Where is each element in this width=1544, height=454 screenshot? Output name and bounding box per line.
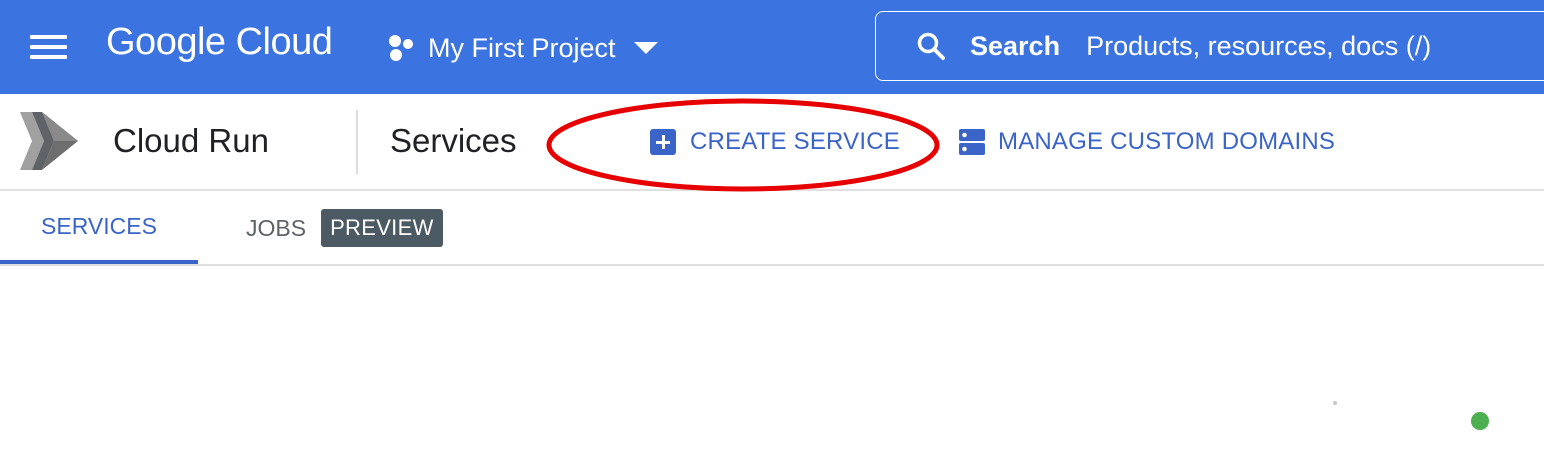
tab-jobs[interactable]: JOBS PREVIEW [246,192,443,264]
tab-jobs-label: JOBS [246,214,307,241]
tab-services-label: SERVICES [41,212,157,239]
cloud-run-logo [20,112,78,170]
page-header: Cloud Run Services CREATE SERVICE MANAGE… [0,94,1544,191]
manage-custom-domains-button[interactable]: MANAGE CUSTOM DOMAINS [958,128,1335,156]
search-placeholder: Products, resources, docs (/) [1086,30,1432,61]
chevron-down-icon [633,42,658,54]
add-box-icon [650,129,676,155]
search-label: Search [970,30,1061,61]
status-dot [1471,412,1489,430]
product-title: Cloud Run [113,122,269,159]
create-service-label: CREATE SERVICE [690,128,900,155]
search-bar[interactable]: Search Products, resources, docs (/) [875,11,1544,81]
menu-icon[interactable] [30,35,67,59]
page-title: Services [390,122,517,159]
create-service-button[interactable]: CREATE SERVICE [650,128,900,156]
project-selector[interactable]: My First Project [386,26,658,70]
tab-services[interactable]: SERVICES [0,192,198,264]
search-icon [917,32,945,60]
manage-domains-label: MANAGE CUSTOM DOMAINS [998,128,1336,155]
domains-icon [959,129,985,155]
loading-dot [1333,401,1337,405]
top-app-bar: Google Cloud My First Project Search Pro… [0,0,1544,94]
preview-badge: PREVIEW [321,209,443,247]
project-hexagon-icon [389,35,413,61]
google-cloud-logo[interactable]: Google Cloud [106,21,333,64]
tab-bar: SERVICES JOBS PREVIEW [0,192,1544,266]
project-name: My First Project [428,32,616,63]
divider [356,110,358,174]
